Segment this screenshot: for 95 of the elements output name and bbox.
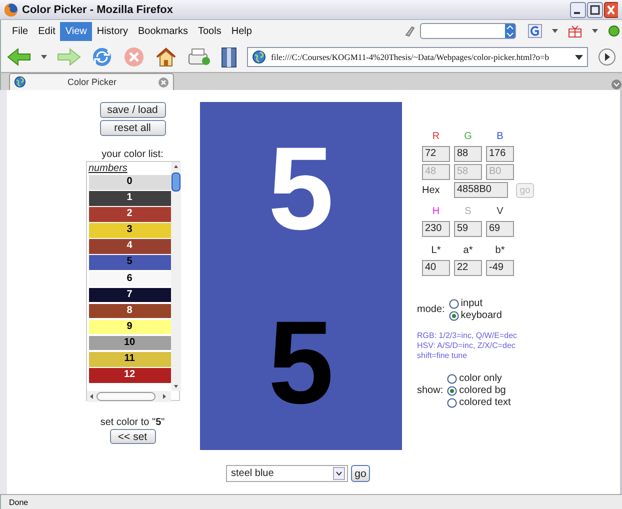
radio-button[interactable]: [448, 310, 459, 320]
value-field[interactable]: 230: [422, 221, 450, 237]
channel-label: b*: [494, 245, 506, 258]
back-arrow-icon[interactable]: [7, 47, 31, 67]
color-list-item[interactable]: 8: [88, 304, 170, 318]
value-field[interactable]: 176: [486, 146, 514, 162]
value-field[interactable]: 40: [422, 260, 450, 276]
help-text: RGB: 1/2/3=inc, Q/W/E=dec: [417, 331, 518, 341]
color-list-item[interactable]: 1: [88, 191, 170, 206]
maximize-button[interactable]: [587, 2, 603, 18]
preview-digit: 5: [268, 304, 334, 422]
value-field[interactable]: 88: [454, 146, 482, 162]
color-list-item[interactable]: 3: [88, 223, 170, 238]
color-select[interactable]: steel blue: [226, 465, 348, 482]
dropdown-caret-icon[interactable]: [333, 467, 345, 480]
channel-label: V: [496, 206, 504, 219]
close-button[interactable]: [604, 2, 618, 18]
menu-item[interactable]: Tools: [193, 22, 226, 40]
mode-label: mode:: [417, 304, 445, 315]
color-list-item[interactable]: 4: [88, 239, 170, 254]
home-icon[interactable]: [155, 46, 177, 68]
channel-label: G: [463, 131, 473, 144]
close-tab-icon[interactable]: [158, 76, 169, 88]
window-title: Color Picker - Mozilla Firefox: [22, 4, 174, 16]
color-list-item[interactable]: 0: [88, 175, 170, 190]
brush-icon: [404, 25, 416, 37]
radio-button[interactable]: [448, 298, 459, 308]
set-color-label: set color to "5": [100, 417, 165, 428]
horizontal-scrollbar[interactable]: [86, 391, 170, 402]
browser-tab[interactable]: Color Picker: [9, 73, 174, 90]
firefox-logo-icon: [4, 2, 18, 16]
menu-item[interactable]: Bookmarks: [132, 22, 193, 40]
color-list-item[interactable]: 11: [88, 352, 170, 367]
search-field[interactable]: [420, 23, 516, 39]
tab-list-icon[interactable]: [611, 79, 622, 90]
menu-item[interactable]: File: [7, 22, 34, 40]
channel-label: S: [464, 206, 472, 219]
book-icon[interactable]: [221, 46, 237, 68]
value-field[interactable]: 59: [454, 221, 482, 237]
help-text: shift=fine tune: [417, 351, 468, 361]
value-field[interactable]: -49: [486, 260, 514, 276]
channel-label: L*: [430, 245, 442, 258]
value-field[interactable]: 72: [422, 146, 450, 162]
color-list-item[interactable]: 2: [88, 207, 170, 222]
minimize-button[interactable]: [570, 2, 586, 18]
color-list[interactable]: numbers 0 1 2 3 4 5 6 7 8 9 10 11 12: [86, 161, 180, 401]
radio-option[interactable]: colored bg: [447, 385, 511, 396]
dropdown-caret-icon[interactable]: [575, 54, 583, 60]
show-label: show:: [417, 385, 444, 396]
set-button[interactable]: << set: [110, 429, 156, 444]
letter-g-icon[interactable]: [528, 24, 542, 38]
address-bar[interactable]: file:///C:/Courses/KOGM11-4%20Thesis/~Data/Webpages/color-picker.html?o=b: [247, 47, 588, 67]
color-list-item[interactable]: 10: [88, 336, 170, 350]
radio-option[interactable]: colored text: [447, 397, 511, 408]
globe-icon: [14, 76, 26, 88]
radio-button[interactable]: [447, 386, 458, 396]
radio-button[interactable]: [447, 398, 458, 408]
status-text: Done: [9, 498, 28, 506]
go-button[interactable]: go: [351, 465, 370, 482]
hex-label: Hex: [422, 184, 441, 196]
help-text: HSV: A/S/D=inc, Z/X/C=dec: [417, 341, 516, 351]
globe-icon: [252, 50, 266, 64]
channel-label: H: [431, 206, 441, 219]
list-label: your color list:: [102, 149, 164, 160]
color-list-item[interactable]: 7: [88, 288, 170, 302]
addon-circle-icon[interactable]: [608, 25, 620, 37]
radio-option[interactable]: color only: [447, 373, 511, 384]
vertical-scrollbar[interactable]: [170, 162, 180, 391]
radio-option[interactable]: keyboard: [448, 310, 502, 321]
caret-icon[interactable]: [552, 29, 558, 33]
menu-item[interactable]: History: [92, 22, 133, 40]
preview-digit: 5: [268, 130, 334, 248]
radio-option[interactable]: input: [448, 298, 502, 309]
caret-icon[interactable]: [41, 55, 47, 59]
reload-icon[interactable]: [91, 46, 113, 68]
value-field[interactable]: 22: [454, 260, 482, 276]
color-list-item[interactable]: 6: [88, 272, 170, 286]
caret-icon[interactable]: [592, 29, 598, 33]
list-heading: numbers: [88, 162, 128, 175]
menu-item[interactable]: View: [60, 22, 92, 40]
value-field[interactable]: 69: [486, 221, 514, 237]
gift-icon[interactable]: [568, 24, 582, 38]
channel-label: a*: [462, 245, 474, 258]
dropdown-icon: [505, 24, 515, 38]
radio-button[interactable]: [447, 374, 458, 384]
menu-item[interactable]: Edit: [33, 22, 60, 40]
menu-item[interactable]: Help: [226, 22, 257, 40]
color-list-item[interactable]: 12: [88, 368, 170, 383]
printer-icon[interactable]: [187, 46, 211, 68]
page-button[interactable]: reset all: [100, 120, 166, 136]
hex-field[interactable]: 4858B0: [454, 182, 508, 198]
color-list-item[interactable]: 9: [88, 320, 170, 334]
channel-label: B: [496, 131, 504, 144]
page-button[interactable]: save / load: [100, 102, 166, 118]
channel-label: R: [431, 131, 441, 144]
